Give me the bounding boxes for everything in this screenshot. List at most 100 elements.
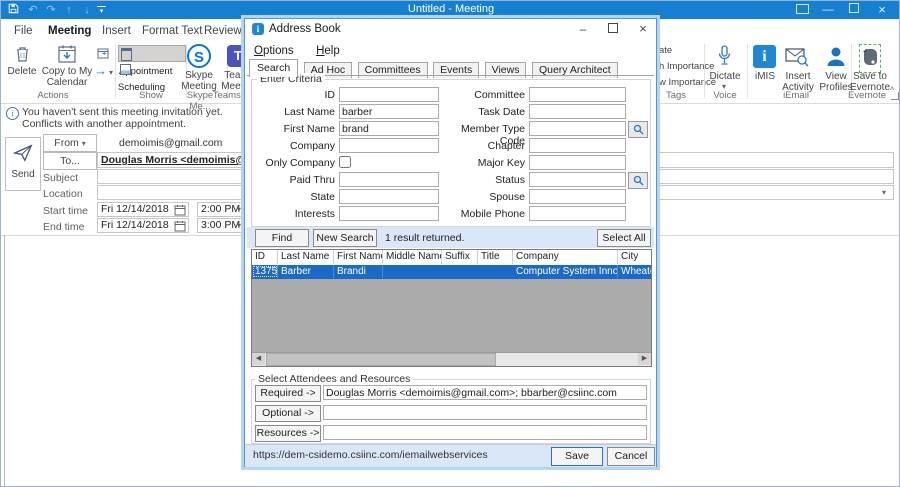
save-button[interactable]: Save xyxy=(551,447,603,466)
last-name-field[interactable] xyxy=(339,104,439,119)
col-city[interactable]: City xyxy=(618,250,651,264)
address-book-dialog: i Address Book – × Options Help Search A… xyxy=(244,18,657,467)
minimize-icon[interactable]: — xyxy=(817,2,839,18)
tab-file[interactable]: File xyxy=(11,22,36,41)
appointment-button[interactable]: Appointment xyxy=(118,45,186,62)
infobar-line2: Conflicts with another appointment. xyxy=(22,118,186,130)
only-company-checkbox[interactable] xyxy=(339,156,351,168)
skype-meeting-icon[interactable]: S xyxy=(187,44,211,68)
col-first-name[interactable]: First Name xyxy=(334,250,383,264)
subject-label: Subject xyxy=(43,172,78,184)
status-lookup-icon[interactable] xyxy=(628,172,648,189)
dialog-close-icon[interactable]: × xyxy=(631,21,655,37)
resources-button[interactable]: Resources -> xyxy=(255,425,321,442)
main-titlebar: ↶ ↷ ↑ ↓ ▾ Untitled - Meeting — × xyxy=(1,1,900,19)
insert-activity-icon[interactable] xyxy=(785,47,809,72)
interests-field[interactable] xyxy=(339,206,439,221)
maximize-icon[interactable] xyxy=(843,2,865,18)
forward-dropdown-icon[interactable]: ▾ xyxy=(109,68,113,77)
view-profiles-icon[interactable] xyxy=(825,45,847,72)
new-search-button[interactable]: New Search xyxy=(313,229,377,247)
member-type-code-lookup-icon[interactable] xyxy=(628,121,648,138)
result-row-selected[interactable]: 1375 Barber Brandi Computer System Innov… xyxy=(252,265,651,279)
results-grid: ID Last Name First Name Middle Name Suff… xyxy=(251,249,652,367)
ribbon-display-options-icon[interactable] xyxy=(791,2,813,18)
status-label: Status xyxy=(435,174,525,186)
resources-field[interactable] xyxy=(323,425,647,440)
scroll-right-icon[interactable]: ▶ xyxy=(638,353,651,365)
company-label: Company xyxy=(257,140,335,152)
menu-help[interactable]: Help xyxy=(316,45,340,57)
tab-search[interactable]: Search xyxy=(249,59,298,77)
group-label-voice: Voice xyxy=(707,90,743,101)
imis-icon[interactable]: i xyxy=(753,45,776,68)
group-label-actions: Actions xyxy=(23,90,83,101)
grid-hscrollbar[interactable]: ◀ ▶ xyxy=(252,352,651,366)
scroll-left-icon[interactable]: ◀ xyxy=(252,353,265,365)
copy-to-calendar-button[interactable]: Copy to My Calendar xyxy=(39,66,95,88)
from-dropdown-icon: ▾ xyxy=(82,139,86,148)
from-button[interactable]: From ▾ xyxy=(43,134,97,152)
dialog-minimize-icon[interactable]: – xyxy=(571,21,595,37)
chapter-label: Chapter xyxy=(435,140,525,152)
company-field[interactable] xyxy=(339,138,439,153)
forward-icon[interactable]: → xyxy=(94,63,107,78)
imis-button[interactable]: iMIS xyxy=(751,71,779,82)
major-key-field[interactable] xyxy=(529,155,626,170)
delete-button[interactable]: Delete xyxy=(1,66,43,77)
scroll-thumb[interactable] xyxy=(266,353,496,366)
col-middle-name[interactable]: Middle Name xyxy=(383,250,442,264)
end-time-dropdown-icon[interactable]: ▾ xyxy=(237,221,241,230)
state-field[interactable] xyxy=(339,189,439,204)
appointment-icon xyxy=(121,48,132,61)
state-label: State xyxy=(257,191,335,203)
task-date-field[interactable] xyxy=(529,104,626,119)
status-field[interactable] xyxy=(529,172,626,187)
meeting-occurrence-icon[interactable] xyxy=(97,46,111,64)
first-name-field[interactable] xyxy=(339,121,439,136)
menu-options[interactable]: Options xyxy=(254,45,294,57)
results-status: 1 result returned. xyxy=(385,232,464,244)
delete-icon[interactable] xyxy=(14,45,31,68)
col-company[interactable]: Company xyxy=(513,250,618,264)
scheduling-icon xyxy=(120,64,131,75)
optional-button[interactable]: Optional -> xyxy=(255,405,321,422)
close-icon[interactable]: × xyxy=(871,2,893,18)
location-dropdown-icon[interactable]: ▾ xyxy=(882,188,886,197)
send-button[interactable]: Send xyxy=(5,137,41,191)
committee-label: Committee xyxy=(435,89,525,101)
col-title[interactable]: Title xyxy=(478,250,513,264)
tab-meeting[interactable]: Meeting xyxy=(45,22,94,43)
committee-field[interactable] xyxy=(529,87,626,102)
id-field[interactable] xyxy=(339,87,439,102)
first-name-label: First Name xyxy=(257,123,335,135)
select-all-button[interactable]: Select All xyxy=(597,229,651,247)
cancel-button[interactable]: Cancel xyxy=(607,447,655,466)
col-suffix[interactable]: Suffix xyxy=(442,250,478,264)
tab-format-text[interactable]: Format Text xyxy=(139,22,206,41)
tab-insert[interactable]: Insert xyxy=(99,22,134,41)
save-to-evernote-icon[interactable] xyxy=(859,44,881,73)
col-last-name[interactable]: Last Name xyxy=(278,250,334,264)
grid-header-row: ID Last Name First Name Middle Name Suff… xyxy=(252,250,651,266)
collapse-ribbon-icon[interactable]: ^ xyxy=(890,85,894,95)
spouse-field[interactable] xyxy=(529,189,626,204)
member-type-code-field[interactable] xyxy=(529,121,626,136)
info-icon: i xyxy=(6,107,19,120)
mobile-phone-field[interactable] xyxy=(529,206,626,221)
dictate-icon[interactable] xyxy=(717,45,732,72)
chapter-field[interactable] xyxy=(529,138,626,153)
paid-thru-field[interactable] xyxy=(339,172,439,187)
start-time-label: Start time xyxy=(43,205,88,217)
to-button[interactable]: To... xyxy=(43,152,97,170)
find-button[interactable]: Find xyxy=(255,229,309,247)
col-id[interactable]: ID xyxy=(252,250,278,264)
start-time-dropdown-icon[interactable]: ▾ xyxy=(237,205,241,214)
dialog-maximize-icon[interactable] xyxy=(601,21,625,37)
outlook-meeting-window: ↶ ↷ ↑ ↓ ▾ Untitled - Meeting — × File Me… xyxy=(0,0,900,487)
private-label-fragment[interactable]: ate xyxy=(659,45,672,56)
dictate-button[interactable]: Dictate xyxy=(707,71,743,82)
optional-field[interactable] xyxy=(323,405,647,420)
required-field[interactable] xyxy=(323,385,647,400)
required-button[interactable]: Required -> xyxy=(255,385,321,402)
